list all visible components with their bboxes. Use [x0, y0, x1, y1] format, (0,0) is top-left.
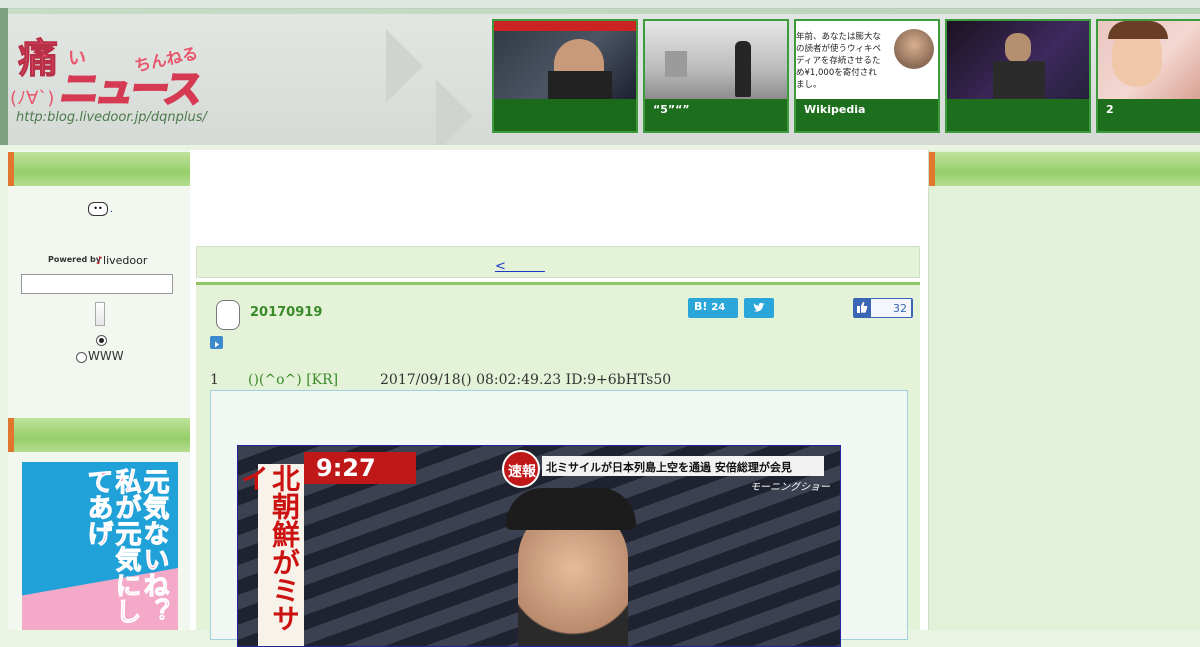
news-screenshot[interactable]: 北朝鮮がミサイ 9:27 速報 北ミサイルが日本列島上空を通過 安倍総理が会見 …: [237, 445, 841, 647]
thumb-caption: [494, 99, 636, 131]
prev-article-link[interactable]: <: [495, 255, 545, 274]
logo-news: ニュース: [56, 66, 204, 113]
thumb-caption: [947, 99, 1089, 131]
thumb-caption: “5”“”: [645, 99, 787, 131]
sidebar-band: [8, 418, 190, 452]
left-sidebar: •• . Powered by ♪livedoor WWW 元気ないね？私が元気…: [8, 150, 191, 630]
radio-www-label: WWW: [88, 349, 124, 363]
livedoor-logo: ♪livedoor: [96, 254, 148, 267]
side-banner: 北朝鮮がミサイ: [237, 464, 304, 646]
article-title[interactable]: 20170919: [250, 305, 322, 320]
play-icon[interactable]: [210, 336, 223, 349]
banner-ad[interactable]: 元気ないね？私が元気にしてあげ: [22, 462, 178, 630]
prev-link-text: <: [495, 259, 506, 274]
thumbs-up-icon: [857, 301, 868, 313]
header-decoration: [349, 29, 423, 103]
left-accent: [0, 8, 8, 145]
time-badge: 9:27: [304, 452, 416, 484]
thumb-image: [645, 21, 787, 99]
featured-thumbnails: “5”“” 年前、あなたは膨大なの読者が使うウィキペディアを存続させるため¥1,…: [492, 19, 1200, 134]
time-text: 9:27: [316, 454, 376, 482]
headline-text: 北ミサイルが日本列島上空を通過 安倍総理が会見: [546, 461, 792, 474]
person-hair: [506, 488, 636, 530]
right-sidebar: [928, 150, 1200, 630]
res-name: ()(^o^) [KR]: [248, 372, 339, 388]
header-stripe: [8, 8, 1200, 14]
hatena-bookmark-button[interactable]: B! 24: [688, 298, 738, 318]
thumb-image: [494, 21, 636, 101]
flash-badge: 速報: [502, 450, 540, 488]
article-avatar-icon: [216, 300, 240, 330]
logo-face: (ﾉ∀`): [10, 88, 55, 109]
thumb-2[interactable]: “5”“”: [643, 19, 789, 133]
sidebar-band: [929, 152, 1200, 186]
face-emoji-icon: ••: [88, 202, 108, 216]
show-name: モーニングショー: [750, 482, 830, 493]
thumb-3[interactable]: 年前、あなたは膨大なの読者が使うウィキペディアを存続させるため¥1,000を寄付…: [794, 19, 940, 133]
thumb-image: [1098, 21, 1200, 99]
thumb-caption: Wikipedia: [796, 99, 938, 131]
thumb-1[interactable]: [492, 19, 638, 133]
twitter-button[interactable]: [744, 298, 774, 318]
ad-space: [190, 150, 928, 244]
twitter-icon: [753, 302, 765, 312]
logo-kanji: 痛: [18, 35, 59, 83]
search-input[interactable]: [21, 274, 173, 294]
thumb-text: 年前、あなたは膨大なの読者が使うウィキペディアを存続させるため¥1,000を寄付…: [796, 32, 882, 90]
res-number: 1: [210, 372, 219, 388]
site-header: 痛 い ちんねる (ﾉ∀`) ニュース http:blog.livedoor.j…: [0, 0, 1200, 145]
site-logo[interactable]: 痛 い ちんねる (ﾉ∀`) ニュース http:blog.livedoor.j…: [10, 24, 230, 134]
thumb-4[interactable]: [945, 19, 1091, 133]
res-body: 北朝鮮がミサイ 9:27 速報 北ミサイルが日本列島上空を通過 安倍総理が会見 …: [210, 390, 908, 647]
thumb-image: 年前、あなたは膨大なの読者が使うウィキペディアを存続させるため¥1,000を寄付…: [796, 21, 938, 99]
sidebar-band: [8, 152, 190, 186]
article-nav: <: [196, 246, 920, 278]
powered-by-label: Powered by: [48, 255, 101, 264]
radio-www[interactable]: [76, 352, 87, 363]
header-decoration: [399, 79, 473, 145]
search-button[interactable]: [95, 302, 105, 326]
thumb-caption: 2: [1098, 99, 1200, 131]
livedoor-label: livedoor: [103, 254, 148, 267]
headline-bar: 北ミサイルが日本列島上空を通過 安倍総理が会見: [542, 456, 824, 476]
side-banner-text: 北朝鮮がミサイ: [237, 464, 301, 632]
main-content: < 20170919 B! 24 32 1 ()(^o^) [KR] 2017/…: [190, 150, 928, 647]
radio-blog[interactable]: [96, 335, 107, 346]
thumb-image: [947, 21, 1089, 101]
hatebu-count: 24: [711, 302, 726, 313]
like-count: 32: [870, 298, 912, 318]
article: 20170919 B! 24 32 1 ()(^o^) [KR] 2017/09…: [196, 282, 920, 647]
banner-text: 元気ないね？私が元気にしてあげ: [83, 468, 170, 625]
logo-url: http:blog.livedoor.jp/dqnplus/: [16, 110, 207, 125]
thumb-5[interactable]: 2: [1096, 19, 1200, 133]
emoji-link[interactable]: .: [110, 204, 113, 215]
res-date: 2017/09/18() 08:02:49.23 ID:9+6bHTs50: [380, 372, 672, 388]
hatebu-label: B!: [694, 300, 708, 313]
flash-text: 速報: [508, 464, 536, 480]
